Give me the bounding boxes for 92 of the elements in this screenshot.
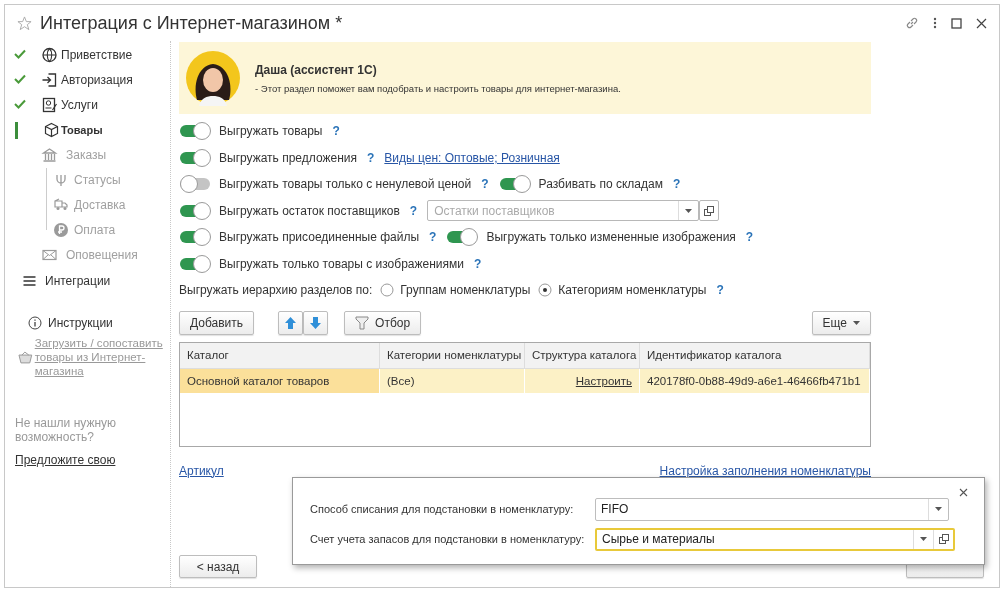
instructions-label[interactable]: Инструкции bbox=[48, 316, 113, 330]
move-up-button[interactable] bbox=[278, 310, 304, 335]
toggle-switch[interactable] bbox=[179, 147, 213, 168]
toggle-switch[interactable] bbox=[179, 200, 213, 221]
price-types-link[interactable]: Виды цен: Оптовые; Розничная bbox=[384, 150, 560, 165]
step-label[interactable]: Приветствие bbox=[61, 48, 133, 62]
option-label: Выгружать присоединенные файлы bbox=[219, 230, 420, 245]
assistant-message: - Этот раздел поможет вам подобрать и настроить товары для интернет-магазина. bbox=[255, 82, 621, 94]
fill-settings-link[interactable]: Настройка заполнения номенклатуры bbox=[659, 463, 871, 478]
toggle-switch[interactable] bbox=[179, 121, 213, 142]
option-label: Выгружать только измененные изображения bbox=[486, 230, 736, 245]
window-title: Интеграция с Интернет-магазином * bbox=[40, 12, 344, 34]
arrow-up-icon bbox=[285, 316, 297, 329]
field-label: Способ списания для подстановки в номенклатуру: bbox=[310, 503, 575, 515]
help-mark[interactable]: ? bbox=[429, 230, 437, 245]
star-icon[interactable] bbox=[17, 15, 32, 31]
suggest-link[interactable]: Предложите свою bbox=[15, 453, 170, 467]
dropdown-icon[interactable] bbox=[685, 208, 693, 213]
step-label[interactable]: Интеграции bbox=[45, 274, 111, 288]
option-label: Выгружать только товары с изображениями bbox=[219, 256, 464, 271]
help-mark[interactable]: ? bbox=[367, 150, 375, 165]
option-label: Выгружать товары только с ненулевой ценой bbox=[219, 177, 472, 192]
filter-button[interactable]: Отбор bbox=[344, 310, 422, 335]
step-icon bbox=[21, 273, 38, 289]
maximize-icon[interactable] bbox=[951, 17, 962, 29]
hint-text: Не нашли нужную возможность? bbox=[15, 416, 118, 444]
column-header[interactable]: Категории номенклатуры bbox=[380, 342, 525, 369]
toggle-switch[interactable] bbox=[498, 174, 533, 195]
step-icon bbox=[41, 47, 58, 63]
article-link[interactable]: Артикул bbox=[179, 463, 224, 478]
hierarchy-label: Выгружать иерархию разделов по: bbox=[179, 283, 373, 298]
more-button[interactable]: Еще bbox=[811, 310, 871, 335]
radio-label[interactable]: Группам номенклатуры bbox=[400, 283, 531, 298]
help-mark[interactable]: ? bbox=[672, 177, 681, 192]
more-icon[interactable] bbox=[933, 17, 937, 29]
table-cell: Основной каталог товаров bbox=[180, 368, 380, 393]
caret-icon bbox=[853, 320, 860, 325]
select-field[interactable]: Сырье и материалы bbox=[595, 527, 955, 551]
back-button[interactable]: < назад bbox=[179, 555, 257, 578]
radio-label[interactable]: Категориям номенклатуры bbox=[558, 283, 707, 298]
option-label: Разбивать по складам bbox=[538, 177, 663, 192]
help-mark[interactable]: ? bbox=[481, 177, 489, 192]
toggle-switch[interactable] bbox=[179, 253, 213, 274]
option-label: Выгружать товары bbox=[219, 124, 323, 139]
column-header[interactable]: Структура каталога bbox=[525, 342, 640, 369]
arrow-down-icon bbox=[310, 316, 322, 329]
help-mark[interactable]: ? bbox=[745, 230, 754, 245]
step-icon bbox=[41, 147, 58, 163]
table-cell: (Все) bbox=[380, 368, 525, 393]
help-mark[interactable]: ? bbox=[474, 256, 482, 271]
step-label[interactable]: Товары bbox=[61, 124, 103, 136]
option-label: Выгружать остаток поставщиков bbox=[219, 203, 400, 218]
assistant-name: Даша (ассистент 1С) bbox=[255, 62, 378, 77]
step-icon bbox=[41, 72, 58, 88]
toggle-switch[interactable] bbox=[179, 174, 213, 195]
suppliers-field[interactable]: Остатки поставщиков bbox=[427, 200, 700, 222]
configure-link[interactable]: Настроить bbox=[575, 374, 632, 387]
option-label: Выгружать предложения bbox=[219, 150, 357, 165]
step-label[interactable]: Услуги bbox=[61, 98, 98, 112]
substep-icon bbox=[53, 172, 69, 188]
step-label[interactable]: Авторизация bbox=[61, 73, 133, 87]
column-header[interactable]: Идентификатор каталога bbox=[640, 342, 870, 369]
link-icon[interactable] bbox=[905, 16, 919, 30]
open-icon[interactable] bbox=[704, 205, 715, 216]
step-icon bbox=[41, 247, 58, 263]
avatar-icon bbox=[185, 50, 241, 106]
table-cell: 420178f0-0b88-49d9-a6e1-46466fb471b1 bbox=[640, 368, 870, 393]
radio-button[interactable] bbox=[538, 283, 553, 298]
step-icon bbox=[41, 97, 58, 113]
open-icon[interactable] bbox=[938, 534, 949, 544]
dropdown-icon[interactable] bbox=[935, 507, 942, 511]
step-icon bbox=[43, 122, 60, 138]
basket-icon bbox=[18, 350, 33, 364]
info-icon bbox=[28, 316, 42, 330]
close-icon[interactable] bbox=[959, 488, 968, 497]
add-button[interactable]: Добавить bbox=[179, 310, 255, 335]
help-mark[interactable]: ? bbox=[716, 283, 724, 298]
dropdown-icon[interactable] bbox=[920, 537, 927, 541]
radio-button[interactable] bbox=[380, 283, 395, 298]
suppliers-input[interactable]: Остатки поставщиков bbox=[428, 201, 679, 221]
substep-icon bbox=[53, 222, 69, 238]
field-label: Счет учета запасов для подстановки в номенклатуру: bbox=[310, 533, 586, 545]
substep-icon bbox=[53, 197, 69, 213]
help-mark[interactable]: ? bbox=[409, 203, 418, 218]
close-icon[interactable] bbox=[976, 17, 987, 29]
filter-icon bbox=[355, 315, 370, 330]
toggle-switch[interactable] bbox=[446, 227, 481, 248]
move-down-button[interactable] bbox=[303, 310, 329, 335]
help-mark[interactable]: ? bbox=[332, 124, 340, 139]
column-header[interactable]: Каталог bbox=[180, 342, 380, 369]
select-input[interactable]: Сырье и материалы bbox=[597, 529, 913, 549]
toggle-switch[interactable] bbox=[179, 227, 213, 248]
